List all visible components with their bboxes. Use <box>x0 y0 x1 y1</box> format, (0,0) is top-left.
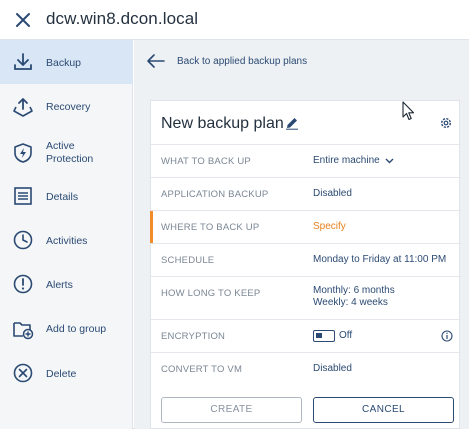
sidebar-item-label: Add to group <box>46 323 107 335</box>
row-schedule: SCHEDULE Monday to Friday at 11:00 PM <box>151 243 461 276</box>
gear-icon[interactable] <box>439 116 453 130</box>
retention-weekly: Weekly: 4 weeks <box>313 297 388 308</box>
sidebar-item-label: Backup <box>46 57 82 69</box>
sidebar-item-add-to-group[interactable]: Add to group <box>0 306 133 350</box>
row-label: WHAT TO BACK UP <box>161 156 251 167</box>
convert-to-vm-value[interactable]: Disabled <box>313 363 352 375</box>
delete-icon <box>13 363 33 383</box>
add-to-group-icon <box>13 322 34 340</box>
application-backup-value[interactable]: Disabled <box>313 188 352 200</box>
sidebar-item-label: Details <box>46 191 79 203</box>
retention-value[interactable]: Monthly: 6 months Weekly: 4 weeks <box>313 285 395 309</box>
row-value: Entire machine <box>313 155 380 166</box>
chevron-down-icon <box>385 158 394 164</box>
close-icon[interactable] <box>12 9 34 31</box>
sidebar-item-backup[interactable]: Backup <box>0 40 133 84</box>
row-label: HOW LONG TO KEEP <box>161 288 261 299</box>
row-where-to-back-up: WHERE TO BACK UP Specify <box>150 210 461 243</box>
retention-monthly: Monthly: 6 months <box>313 285 395 296</box>
back-link[interactable]: Back to applied backup plans <box>134 40 469 84</box>
cancel-button[interactable]: CANCEL <box>313 397 454 423</box>
sidebar-item-label: Active Protection <box>46 140 94 165</box>
row-how-long-to-keep: HOW LONG TO KEEP Monthly: 6 months Weekl… <box>151 276 461 319</box>
sidebar-item-active-protection[interactable]: Active Protection <box>0 130 133 176</box>
row-encryption: ENCRYPTION Off <box>151 319 461 352</box>
sidebar-item-activities[interactable]: Activities <box>0 218 133 262</box>
row-label: APPLICATION BACKUP <box>161 189 269 200</box>
row-label: CONVERT TO VM <box>161 364 243 375</box>
backup-plan-card: New backup plan WHAT TO BACK UP Entire m… <box>150 100 461 429</box>
encryption-status: Off <box>339 330 353 341</box>
sidebar-item-delete[interactable]: Delete <box>0 350 133 394</box>
where-to-back-up-value[interactable]: Specify <box>313 221 346 233</box>
sidebar-item-alerts[interactable]: Alerts <box>0 262 133 306</box>
header: dcw.win8.dcon.local <box>0 0 469 40</box>
what-to-back-up-select[interactable]: Entire machine <box>313 155 394 167</box>
row-convert-to-vm: CONVERT TO VM Disabled <box>151 352 461 385</box>
sidebar-item-label: Delete <box>46 368 77 380</box>
back-link-label: Back to applied backup plans <box>177 56 308 67</box>
sidebar-item-details[interactable]: Details <box>0 174 133 218</box>
alert-icon <box>13 274 33 294</box>
plan-title: New backup plan <box>161 115 284 132</box>
sidebar-item-recovery[interactable]: Recovery <box>0 85 133 129</box>
clock-icon <box>13 230 33 250</box>
row-application-backup: APPLICATION BACKUP Disabled <box>151 177 461 210</box>
details-icon <box>14 187 32 205</box>
sidebar-item-label: Recovery <box>46 101 91 113</box>
backup-icon <box>14 53 32 70</box>
page-title: dcw.win8.dcon.local <box>46 9 199 28</box>
shield-icon <box>14 143 32 163</box>
mouse-pointer-icon <box>402 101 415 121</box>
recovery-icon <box>13 98 33 117</box>
schedule-value[interactable]: Monday to Friday at 11:00 PM <box>313 254 446 266</box>
row-what-to-back-up: WHAT TO BACK UP Entire machine <box>151 144 461 177</box>
info-icon[interactable] <box>441 330 453 342</box>
arrow-left-icon <box>147 54 165 68</box>
row-label: SCHEDULE <box>161 255 215 266</box>
row-label: ENCRYPTION <box>161 331 226 342</box>
create-button[interactable]: CREATE <box>161 397 302 423</box>
sidebar-item-label: Activities <box>46 235 88 247</box>
encryption-toggle[interactable] <box>313 330 335 342</box>
sidebar: Backup Recovery Active Protection Detail… <box>0 40 133 429</box>
row-label: WHERE TO BACK UP <box>161 222 260 233</box>
sidebar-item-label: Alerts <box>46 279 73 291</box>
pencil-icon[interactable] <box>285 116 299 130</box>
main-panel: Back to applied backup plans New backup … <box>134 40 469 429</box>
